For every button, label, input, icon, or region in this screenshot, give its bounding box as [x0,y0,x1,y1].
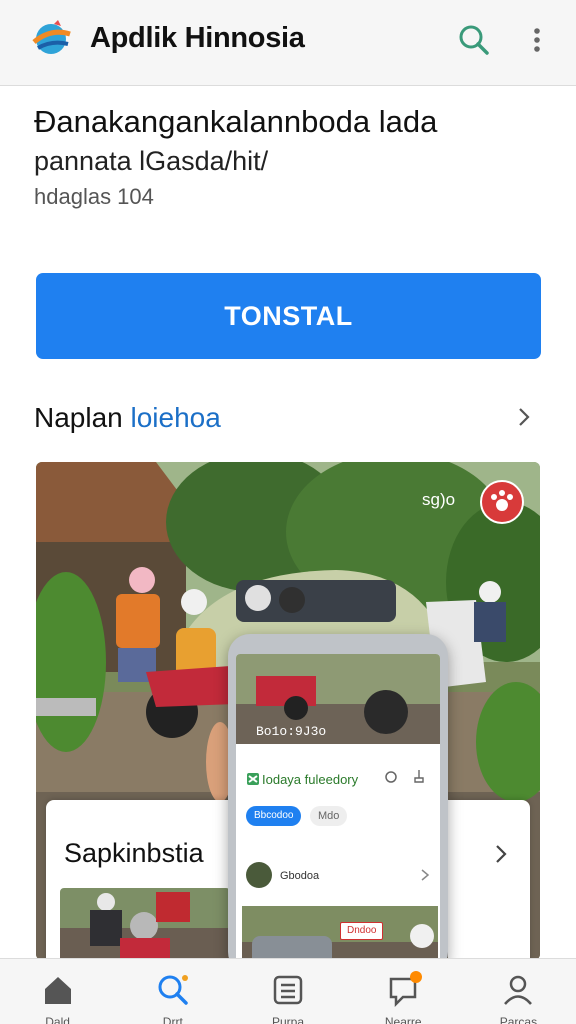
search-icon[interactable] [454,22,494,58]
install-button[interactable]: TONSTAL [36,273,541,359]
phone-tag[interactable]: Dndoo [340,922,384,940]
app-title: Apdlik Hinnosia [90,22,305,54]
install-button-label: TONSTAL [224,300,353,331]
listing-subline: pannata lGasda/hit/ [34,146,269,176]
refresh-icon[interactable] [384,770,398,784]
tab-list[interactable]: Purpa [230,959,345,1024]
phone-chip-other[interactable]: Mdo [310,806,348,826]
chevron-right-icon[interactable] [420,868,430,882]
list-icon [273,975,303,1005]
app-bar: Apdlik Hinnosia [0,0,576,86]
tab-home[interactable]: Dald [0,959,115,1024]
tab-label: Dald [45,1015,70,1024]
feature-card-thumbnail[interactable] [60,888,230,968]
section-title[interactable]: Naplan loiehoa [34,402,221,434]
section-title-plain: Naplan [34,402,123,433]
chevron-right-icon[interactable] [490,840,512,868]
tab-label: Parcas [499,1015,538,1024]
feature-card-title: Sapkinbstia [64,838,204,868]
tab-search[interactable]: Drrt [115,959,230,1024]
person-icon [504,975,533,1005]
home-icon [44,977,71,1004]
tab-profile[interactable]: Parcas [461,959,576,1024]
tab-label: Purpa [271,1015,305,1024]
phone-screen: Bo1o:9J3o Iodaya fuleedory Bbcodoo Mdo G… [236,654,440,974]
app-small-logo-icon [247,773,259,785]
scene-badge-text: sg)o [422,490,456,509]
notification-badge [409,971,422,983]
tab-label: Drrt [162,1015,183,1024]
section-title-accent: loiehoa [130,402,221,433]
avatar [246,862,272,888]
tab-label: Nearre [384,1015,422,1024]
tab-messages[interactable]: Nearre [346,959,461,1024]
app-logo-icon [32,20,71,54]
paw-badge-icon [480,480,524,524]
phone-mockup: Bo1o:9J3o Iodaya fuleedory Bbcodoo Mdo G… [228,634,448,974]
phone-photo-label: Bo1o:9J3o [256,724,327,739]
share-icon[interactable] [412,768,426,784]
listing-meta: hdaglas 104 [34,184,154,209]
search-icon [158,975,188,1005]
phone-app-title: Iodaya fuleedory [262,772,359,787]
listing-headline: Đanakangankalannboda lada [34,104,438,139]
phone-row-text: Gbodoa [280,870,320,882]
bottom-tab-bar: Dald Drrt Purpa Nearre Parcas [0,958,576,1024]
phone-chip-selected[interactable]: Bbcodoo [246,806,302,826]
chevron-right-icon[interactable] [512,402,536,432]
more-vertical-icon[interactable] [522,20,552,60]
